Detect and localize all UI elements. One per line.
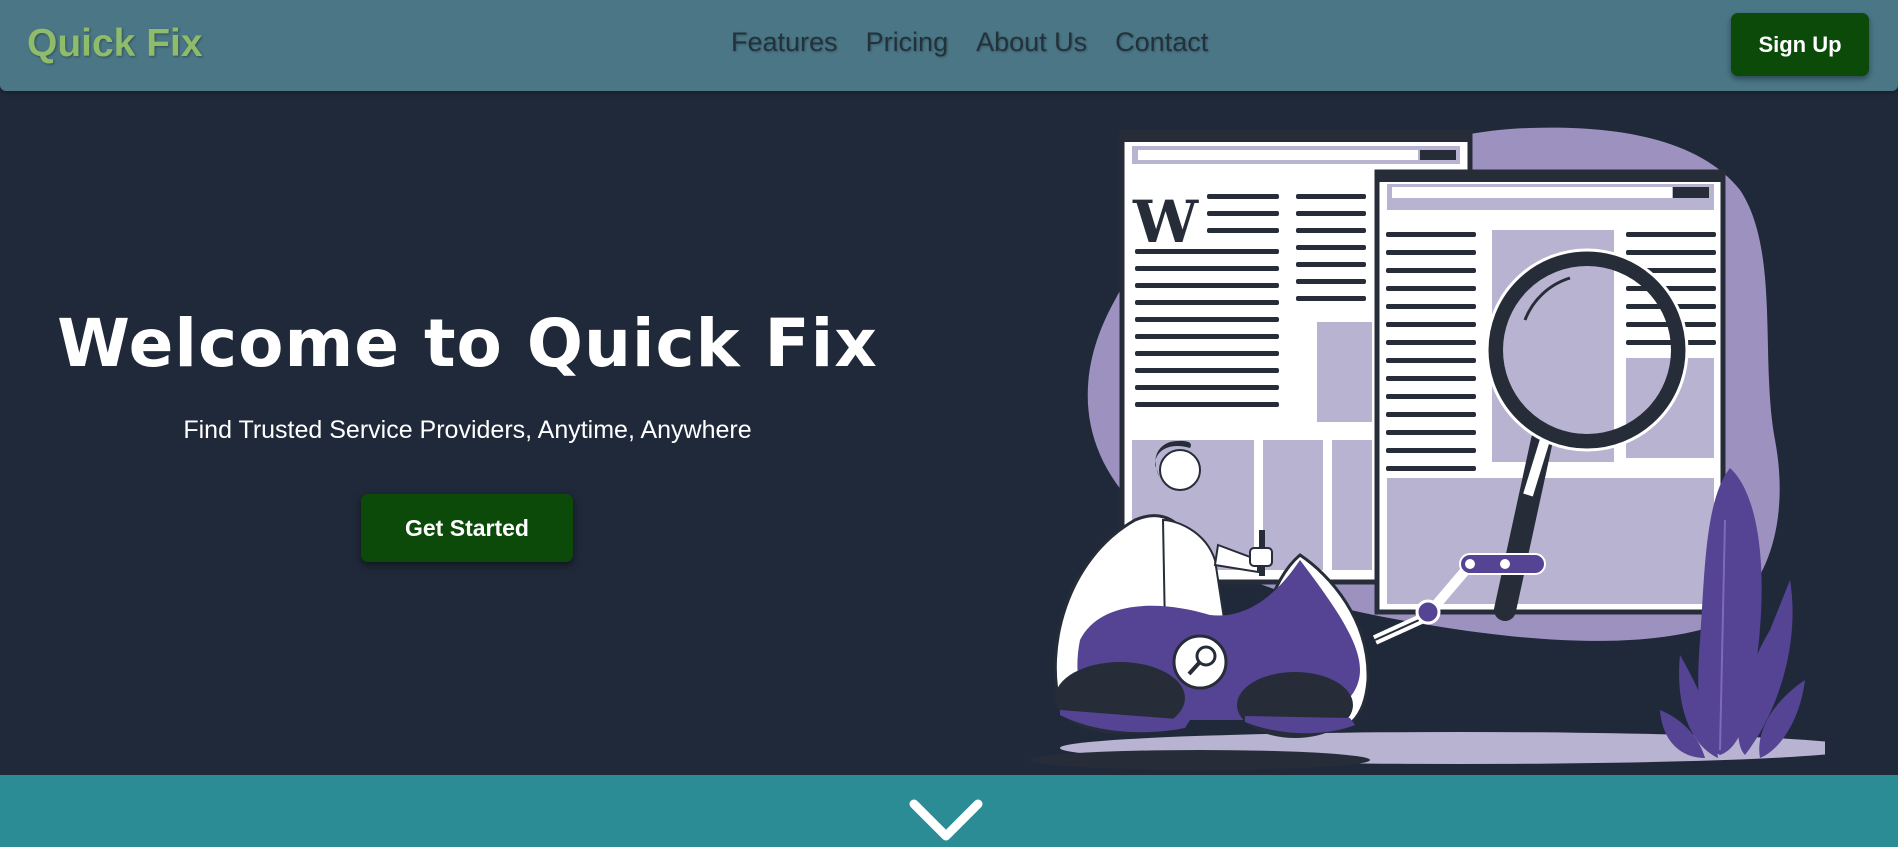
get-started-button[interactable]: Get Started [361,494,573,562]
navbar: Quick Fix Features Pricing About Us Cont… [0,0,1898,91]
chevron-down-icon[interactable] [908,798,984,844]
sign-up-button[interactable]: Sign Up [1731,13,1869,76]
nav-link-contact[interactable]: Contact [1115,27,1208,58]
ground-shadow [1030,750,1370,770]
nav-link-features[interactable]: Features [731,27,838,58]
brand-logo[interactable]: Quick Fix [27,22,203,66]
hero-subtitle: Find Trusted Service Providers, Anytime,… [183,416,752,444]
page-letter: W [1132,188,1199,256]
nav-link-pricing[interactable]: Pricing [866,27,949,58]
nav-links: Features Pricing About Us Contact [731,27,1208,58]
hero-illustration: W [1030,127,1825,770]
nav-link-about-us[interactable]: About Us [976,27,1087,58]
hero-title: Welcome to Quick Fix [57,305,878,382]
